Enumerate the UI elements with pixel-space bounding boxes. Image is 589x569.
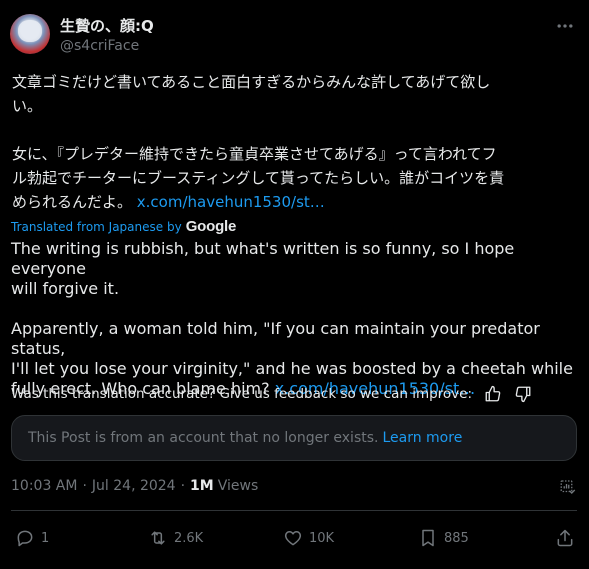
reply-button[interactable]: 1 <box>15 528 49 548</box>
quoted-post-unavailable: This Post is from an account that no lon… <box>11 415 577 461</box>
thumbs-up-icon[interactable] <box>484 385 502 403</box>
meta-separator: · <box>82 478 87 494</box>
post-text-line: 文章ゴミだけど書いてあること面白すぎるからみんな許してあげて欲し <box>12 73 491 91</box>
author-block: 生贄の、顔:Q @s4criFace <box>60 16 154 56</box>
learn-more-link[interactable]: Learn more <box>382 430 462 446</box>
bookmark-icon <box>422 529 434 547</box>
more-options-icon[interactable] <box>555 16 575 36</box>
bookmark-count: 885 <box>444 530 469 546</box>
bookmark-button[interactable]: 885 <box>418 528 469 548</box>
translation-line: Apparently, a woman told him, "If you ca… <box>11 319 540 358</box>
translation-line: will forgive it. <box>11 279 120 298</box>
post-time[interactable]: 10:03 AM <box>11 478 77 494</box>
feedback-prompt: Was this translation accurate? Give us f… <box>11 386 473 402</box>
heart-icon <box>284 531 302 546</box>
translated-text: The writing is rubbish, but what's writt… <box>11 239 579 399</box>
divider <box>11 510 577 511</box>
repost-icon <box>151 531 165 545</box>
author-handle[interactable]: @s4criFace <box>60 37 154 56</box>
views-count: 1M <box>190 478 214 494</box>
post-text-line: められるんだよ。 x.com/havehun1530/st… <box>12 190 580 214</box>
reply-count: 1 <box>41 530 50 546</box>
post-text-line: い。 <box>12 97 43 115</box>
post-text-line: ル勃起でチーターにブースティングして貰ってたらしい。誰がコイツを責 <box>12 169 505 187</box>
meta-separator: · <box>180 478 186 494</box>
author-display-name[interactable]: 生贄の、顔:Q <box>60 16 154 36</box>
post-text: 文章ゴミだけど書いてあること面白すぎるからみんな許してあげて欲し い。 女に、『… <box>12 70 580 214</box>
translation-attribution[interactable]: Translated from Japanese by Google <box>11 218 236 235</box>
repost-count: 2.6K <box>174 530 204 546</box>
post-header: 生贄の、顔:Q @s4criFace <box>10 14 579 60</box>
translation-label: Translated from Japanese by <box>11 219 182 234</box>
reply-icon <box>17 530 33 547</box>
translation-line: I'll let you lose your virginity," and h… <box>11 359 573 378</box>
thumbs-down-icon[interactable] <box>514 385 532 403</box>
translation-line: The writing is rubbish, but what's writt… <box>11 239 515 278</box>
post-text-line: 女に、『プレデター維持できたら童貞卒業させてあげる』って言われてフ <box>12 145 497 163</box>
post-link[interactable]: x.com/havehun1530/st… <box>137 193 325 211</box>
action-bar: 1 2.6K 10K 885 <box>15 528 577 550</box>
avatar[interactable] <box>10 14 50 54</box>
views-label: Views <box>217 478 259 494</box>
post-date[interactable]: Jul 24, 2024 <box>92 478 176 494</box>
notice-text: This Post is from an account that no lon… <box>28 430 379 446</box>
post-text-fragment: められるんだよ。 <box>12 193 137 211</box>
like-button[interactable]: 10K <box>283 528 334 548</box>
google-logo: Google <box>185 218 237 235</box>
like-count: 10K <box>309 530 335 546</box>
repost-button[interactable]: 2.6K <box>148 528 203 548</box>
post-meta: 10:03 AM · Jul 24, 2024 · 1M Views <box>11 478 258 494</box>
share-icon[interactable] <box>555 528 575 548</box>
translation-feedback: Was this translation accurate? Give us f… <box>11 385 532 403</box>
analytics-icon[interactable] <box>559 478 577 496</box>
